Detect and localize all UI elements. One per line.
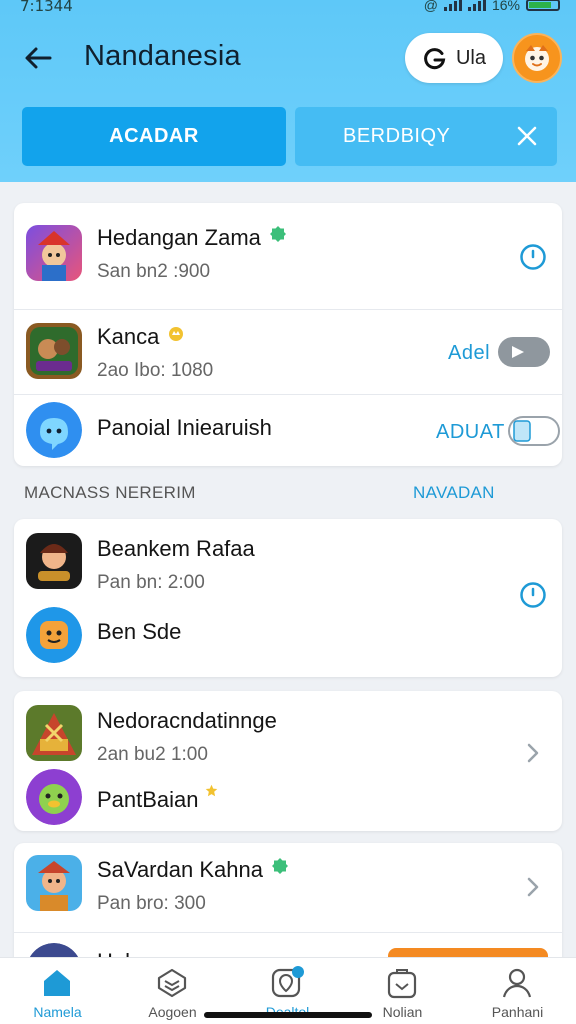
toggle-switch[interactable]	[508, 416, 560, 446]
app-name: PantBaian	[97, 784, 218, 813]
at-icon: @	[423, 0, 438, 13]
verified-badge-icon	[269, 226, 286, 242]
page-title: Nandanesia	[84, 40, 241, 72]
avatar[interactable]	[512, 33, 562, 83]
nav-label: Namela	[33, 1004, 82, 1020]
home-icon	[44, 970, 70, 996]
app-list-card-3: Nedoracndatinnge 2an bu2 1:00 PantBaian	[14, 691, 562, 831]
app-name: Hedangan Zama	[97, 225, 287, 251]
list-item[interactable]: Beankem Rafaa Pan bn: 2:00 Ben Sde	[14, 519, 562, 677]
list-item[interactable]: SaVardan Kahna Pan bro: 300	[14, 843, 562, 931]
game-app-icon	[26, 855, 82, 911]
list-item[interactable]: Kanca 2ao Ibo: 1080 Adel	[14, 310, 562, 394]
section-link[interactable]: NAVADAN	[413, 483, 495, 503]
toggle-switch[interactable]	[498, 337, 550, 367]
arrow-left-icon	[25, 47, 52, 69]
action-label[interactable]: ADUAT	[436, 421, 505, 444]
pet-app-icon	[26, 607, 82, 663]
app-subtitle: San bn2 :900	[97, 261, 211, 282]
tab-berdbiqy[interactable]: BERDBIQY	[295, 107, 557, 166]
app-name: Panoial Iniearuish	[97, 415, 272, 440]
app-name: SaVardan Kahna	[97, 857, 289, 883]
list-item[interactable]: Nedoracndatinnge 2an bu2 1:00 PantBaian	[14, 691, 562, 831]
google-account-button[interactable]: Ula	[405, 33, 503, 83]
status-icons: @ 16%	[424, 0, 560, 13]
crown-badge-icon	[169, 327, 184, 341]
tab-acadar-label: ACADAR	[109, 125, 199, 147]
app-subtitle: Pan bro: 300	[97, 893, 206, 914]
profile-icon	[502, 968, 532, 998]
nav-item-home[interactable]: Namela	[0, 958, 115, 1024]
mascot-icon	[525, 45, 549, 71]
status-bar: 7:1344 @ 16%	[0, 0, 576, 15]
verified-badge-icon	[271, 858, 288, 874]
chevron-right-icon[interactable]	[524, 875, 542, 899]
play-icon	[512, 346, 524, 358]
battery-icon	[526, 0, 560, 11]
game-app-icon	[26, 533, 82, 589]
back-button[interactable]	[20, 40, 56, 76]
nav-item-profile[interactable]: Panhani	[460, 958, 575, 1024]
app-list-card-2: Beankem Rafaa Pan bn: 2:00 Ben Sde	[14, 519, 562, 677]
nav-label: Panhani	[491, 1004, 544, 1020]
clock-icon[interactable]	[519, 243, 547, 271]
chevron-right-icon[interactable]	[524, 741, 542, 765]
list-item[interactable]: Hedangan Zama San bn2 :900	[14, 203, 562, 309]
tab-berdbiqy-label: BERDBIQY	[343, 125, 451, 147]
location-icon	[271, 966, 304, 998]
app-header: 7:1344 @ 16% Nandanesia Ula ACADAR BERDB…	[0, 0, 576, 182]
signal-icon-2	[467, 0, 486, 11]
signal-icon	[443, 0, 462, 11]
pet-app-icon	[26, 769, 82, 825]
game-app-icon	[26, 705, 82, 761]
toggle-knob-icon	[513, 420, 531, 442]
app-subtitle: 2an bu2 1:00	[97, 744, 208, 765]
chat-app-icon	[26, 402, 82, 458]
app-name: Ben Sde	[97, 619, 182, 644]
close-icon[interactable]	[515, 124, 539, 148]
briefcase-icon	[387, 969, 417, 999]
app-name: Kanca	[97, 324, 185, 350]
app-subtitle: 2ao Ibo: 1080	[97, 360, 214, 381]
star-badge-icon	[205, 784, 217, 797]
app-name: Beankem Rafaa	[97, 536, 255, 561]
status-time: 7:1344	[20, 0, 73, 15]
app-subtitle: Pan bn: 2:00	[97, 572, 205, 593]
g-icon	[424, 48, 446, 70]
app-list-card-1: Hedangan Zama San bn2 :900 Kanca 2ao Ibo…	[14, 203, 562, 466]
home-indicator[interactable]	[204, 1012, 372, 1018]
list-item[interactable]: Panoial Iniearuish ADUAT	[14, 395, 562, 466]
section-title: MACNASS NERERIM	[24, 483, 196, 502]
game-app-icon	[26, 323, 82, 379]
battery-percent: 16%	[491, 0, 520, 13]
layers-icon	[157, 968, 187, 998]
clock-icon[interactable]	[519, 581, 547, 609]
app-name: Nedoracndatinnge	[97, 708, 277, 733]
pill-label: Ula	[455, 46, 486, 69]
game-app-icon	[26, 225, 82, 281]
tab-acadar[interactable]: ACADAR	[22, 107, 286, 166]
action-label[interactable]: Adel	[448, 342, 490, 365]
